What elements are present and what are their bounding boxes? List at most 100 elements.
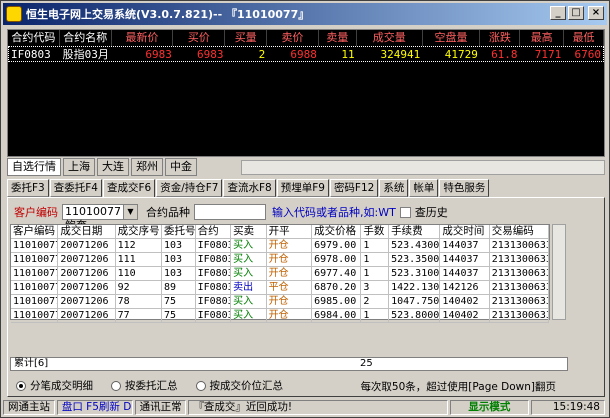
col-contract[interactable]: 合约 <box>195 225 232 238</box>
window-title: 恒生电子网上交易系统(V3.0.7.821)-- 『11010077』 <box>26 8 310 21</box>
tab-funds-position[interactable]: 资金/持仓F7 <box>156 179 223 197</box>
quote-header-chg[interactable]: 涨跌 <box>480 30 521 46</box>
market-tab-zhengzhou[interactable]: 郑州 <box>131 158 163 176</box>
col-date[interactable]: 成交日期 <box>58 225 116 238</box>
tab-statement[interactable]: 帐单 <box>409 179 439 197</box>
trade-table-vertical-scrollbar[interactable] <box>552 224 566 320</box>
minimize-button[interactable]: _ <box>550 6 566 20</box>
market-tab-watchlist[interactable]: 自选行情 <box>7 158 61 176</box>
table-row[interactable]: 11010077 20071206 111 103 IF0803 买入 开仓 6978.00 1… <box>11 253 549 267</box>
cell-side: 买入 <box>231 253 267 266</box>
radio-detail-label: 分笔成交明细 <box>30 380 93 392</box>
cell-trade-no: 77 <box>116 309 162 322</box>
table-row[interactable]: 11010077 20071206 77 75 IF0803 买入 开仓 6984.00 1 52… <box>11 309 549 323</box>
cell-lots: 1 <box>361 267 390 280</box>
chevron-down-icon[interactable]: ▼ <box>123 205 137 219</box>
tab-preset-order[interactable]: 预埋单F9 <box>276 179 329 197</box>
cell-contract: IF0803 <box>197 267 232 280</box>
tab-password[interactable]: 密码F12 <box>329 179 379 197</box>
radio-detail-dot[interactable] <box>16 381 26 391</box>
cell-lots: 2 <box>361 295 390 308</box>
radio-by-price[interactable]: 按成交价位汇总 <box>195 378 283 393</box>
status-message: 『查成交』近回成功! <box>188 400 448 415</box>
quote-header-oi[interactable]: 空盘量 <box>423 30 481 46</box>
status-site: 网通主站 <box>3 400 55 415</box>
col-fee[interactable]: 手续费 <box>389 225 441 238</box>
quote-header-buy[interactable]: 买价 <box>173 30 226 46</box>
tab-query-trade[interactable]: 查成交F6 <box>102 179 156 198</box>
quote-oi: 41729 <box>444 48 478 61</box>
cell-contract: IF0803 <box>197 309 232 322</box>
col-trade-code[interactable]: 交易编码 <box>489 225 549 238</box>
close-button[interactable]: × <box>588 6 604 20</box>
cell-time: 144037 <box>440 239 490 252</box>
quote-high: 7171 <box>534 48 562 61</box>
tab-special-services[interactable]: 特色服务 <box>439 179 490 197</box>
trade-table-header: 客户编码 成交日期 成交序号 委托号 合约 买卖 开平 成交价格 手数 手续费 … <box>11 225 549 239</box>
quote-header-code[interactable]: 合约代码 <box>8 30 60 46</box>
cell-order-no: 103 <box>162 253 196 266</box>
col-offset[interactable]: 开平 <box>266 225 313 238</box>
table-row[interactable]: 11010077 20071206 110 103 IF0803 买入 开仓 6977.40 1… <box>11 267 549 281</box>
maximize-button[interactable]: □ <box>568 6 584 20</box>
status-keys: 盘口 F5刷新 D <box>56 400 133 415</box>
quote-horizontal-scrollbar[interactable] <box>241 160 605 175</box>
cell-price: 6978.00 <box>312 253 362 266</box>
market-tab-shanghai[interactable]: 上海 <box>63 158 95 176</box>
cell-price: 6870.20 <box>312 281 362 294</box>
cell-fee: 523.3100 <box>391 267 441 280</box>
cell-side: 买入 <box>231 295 267 308</box>
quote-header-bvol[interactable]: 买量 <box>225 30 268 46</box>
cell-offset: 开仓 <box>267 309 313 322</box>
quote-header-low[interactable]: 最低 <box>564 30 604 46</box>
quote-header-svol[interactable]: 卖量 <box>319 30 357 46</box>
contract-label: 合约品种 <box>146 206 190 219</box>
quote-header-vol[interactable]: 成交量 <box>357 30 423 46</box>
radio-by-order-label: 按委托汇总 <box>125 380 178 392</box>
market-tab-dalian[interactable]: 大连 <box>97 158 129 176</box>
cell-trade-code: 213130063342 <box>490 309 549 322</box>
col-order-no[interactable]: 委托号 <box>162 225 196 238</box>
radio-by-order[interactable]: 按委托汇总 <box>111 378 178 393</box>
quote-header-high[interactable]: 最高 <box>520 30 565 46</box>
title-bar[interactable]: 恒生电子网上交易系统(V3.0.7.821)-- 『11010077』 _ □ … <box>3 3 607 25</box>
cell-order-no: 89 <box>162 281 196 294</box>
tab-query-flow[interactable]: 查流水F8 <box>223 179 276 197</box>
tab-query-order[interactable]: 查委托F4 <box>49 179 102 197</box>
quote-last: 6983 <box>145 48 172 61</box>
col-time[interactable]: 成交时间 <box>440 225 490 238</box>
cell-offset: 开仓 <box>267 295 313 308</box>
main-window: 恒生电子网上交易系统(V3.0.7.821)-- 『11010077』 _ □ … <box>0 0 610 418</box>
table-row[interactable]: 11010077 20071206 78 75 IF0803 买入 开仓 6985.00 2 10… <box>11 295 549 309</box>
market-tab-cffex[interactable]: 中金 <box>165 158 197 176</box>
radio-by-price-dot[interactable] <box>195 381 206 391</box>
cell-customer: 11010077 <box>13 295 59 308</box>
quote-row[interactable]: IF0803 股指03月 6983 6983 2 6988 11 324941 … <box>8 46 604 62</box>
table-row[interactable]: 11010077 20071206 112 103 IF0803 买入 开仓 6979.00 1… <box>11 239 549 253</box>
quote-header-name[interactable]: 合约名称 <box>60 30 112 46</box>
quote-header-row: 合约代码 合约名称 最新价 买价 买量 卖价 卖量 成交量 空盘量 涨跌 最高 … <box>8 30 604 46</box>
quote-header-sell[interactable]: 卖价 <box>267 30 319 46</box>
cell-fee: 1422.1300 <box>391 281 441 294</box>
quote-header-last[interactable]: 最新价 <box>112 30 174 46</box>
cell-date: 20071206 <box>58 267 116 280</box>
cell-date: 20071206 <box>58 295 116 308</box>
table-row[interactable]: 11010077 20071206 92 89 IF0803 卖出 平仓 6870.20 3 14… <box>11 281 549 295</box>
col-trade-no[interactable]: 成交序号 <box>115 225 162 238</box>
cell-trade-no: 112 <box>116 239 162 252</box>
radio-detail[interactable]: 分笔成交明细 <box>16 378 93 393</box>
tab-order[interactable]: 委托F3 <box>7 179 49 197</box>
quote-sell: 6988 <box>290 48 317 61</box>
col-side[interactable]: 买卖 <box>231 225 267 238</box>
col-lots[interactable]: 手数 <box>361 225 390 238</box>
col-price[interactable]: 成交价格 <box>312 225 362 238</box>
history-checkbox[interactable] <box>399 206 411 218</box>
status-comm: 通讯正常 <box>134 400 187 415</box>
cell-customer: 11010077 <box>13 309 59 322</box>
col-customer[interactable]: 客户编码 <box>11 225 59 238</box>
tab-system[interactable]: 系统 <box>379 179 409 197</box>
customer-select[interactable]: 11010077 鲍奎 ▼ <box>62 204 138 232</box>
cell-price: 6984.00 <box>312 309 362 322</box>
radio-by-order-dot[interactable] <box>111 381 121 391</box>
contract-input[interactable] <box>194 204 266 220</box>
